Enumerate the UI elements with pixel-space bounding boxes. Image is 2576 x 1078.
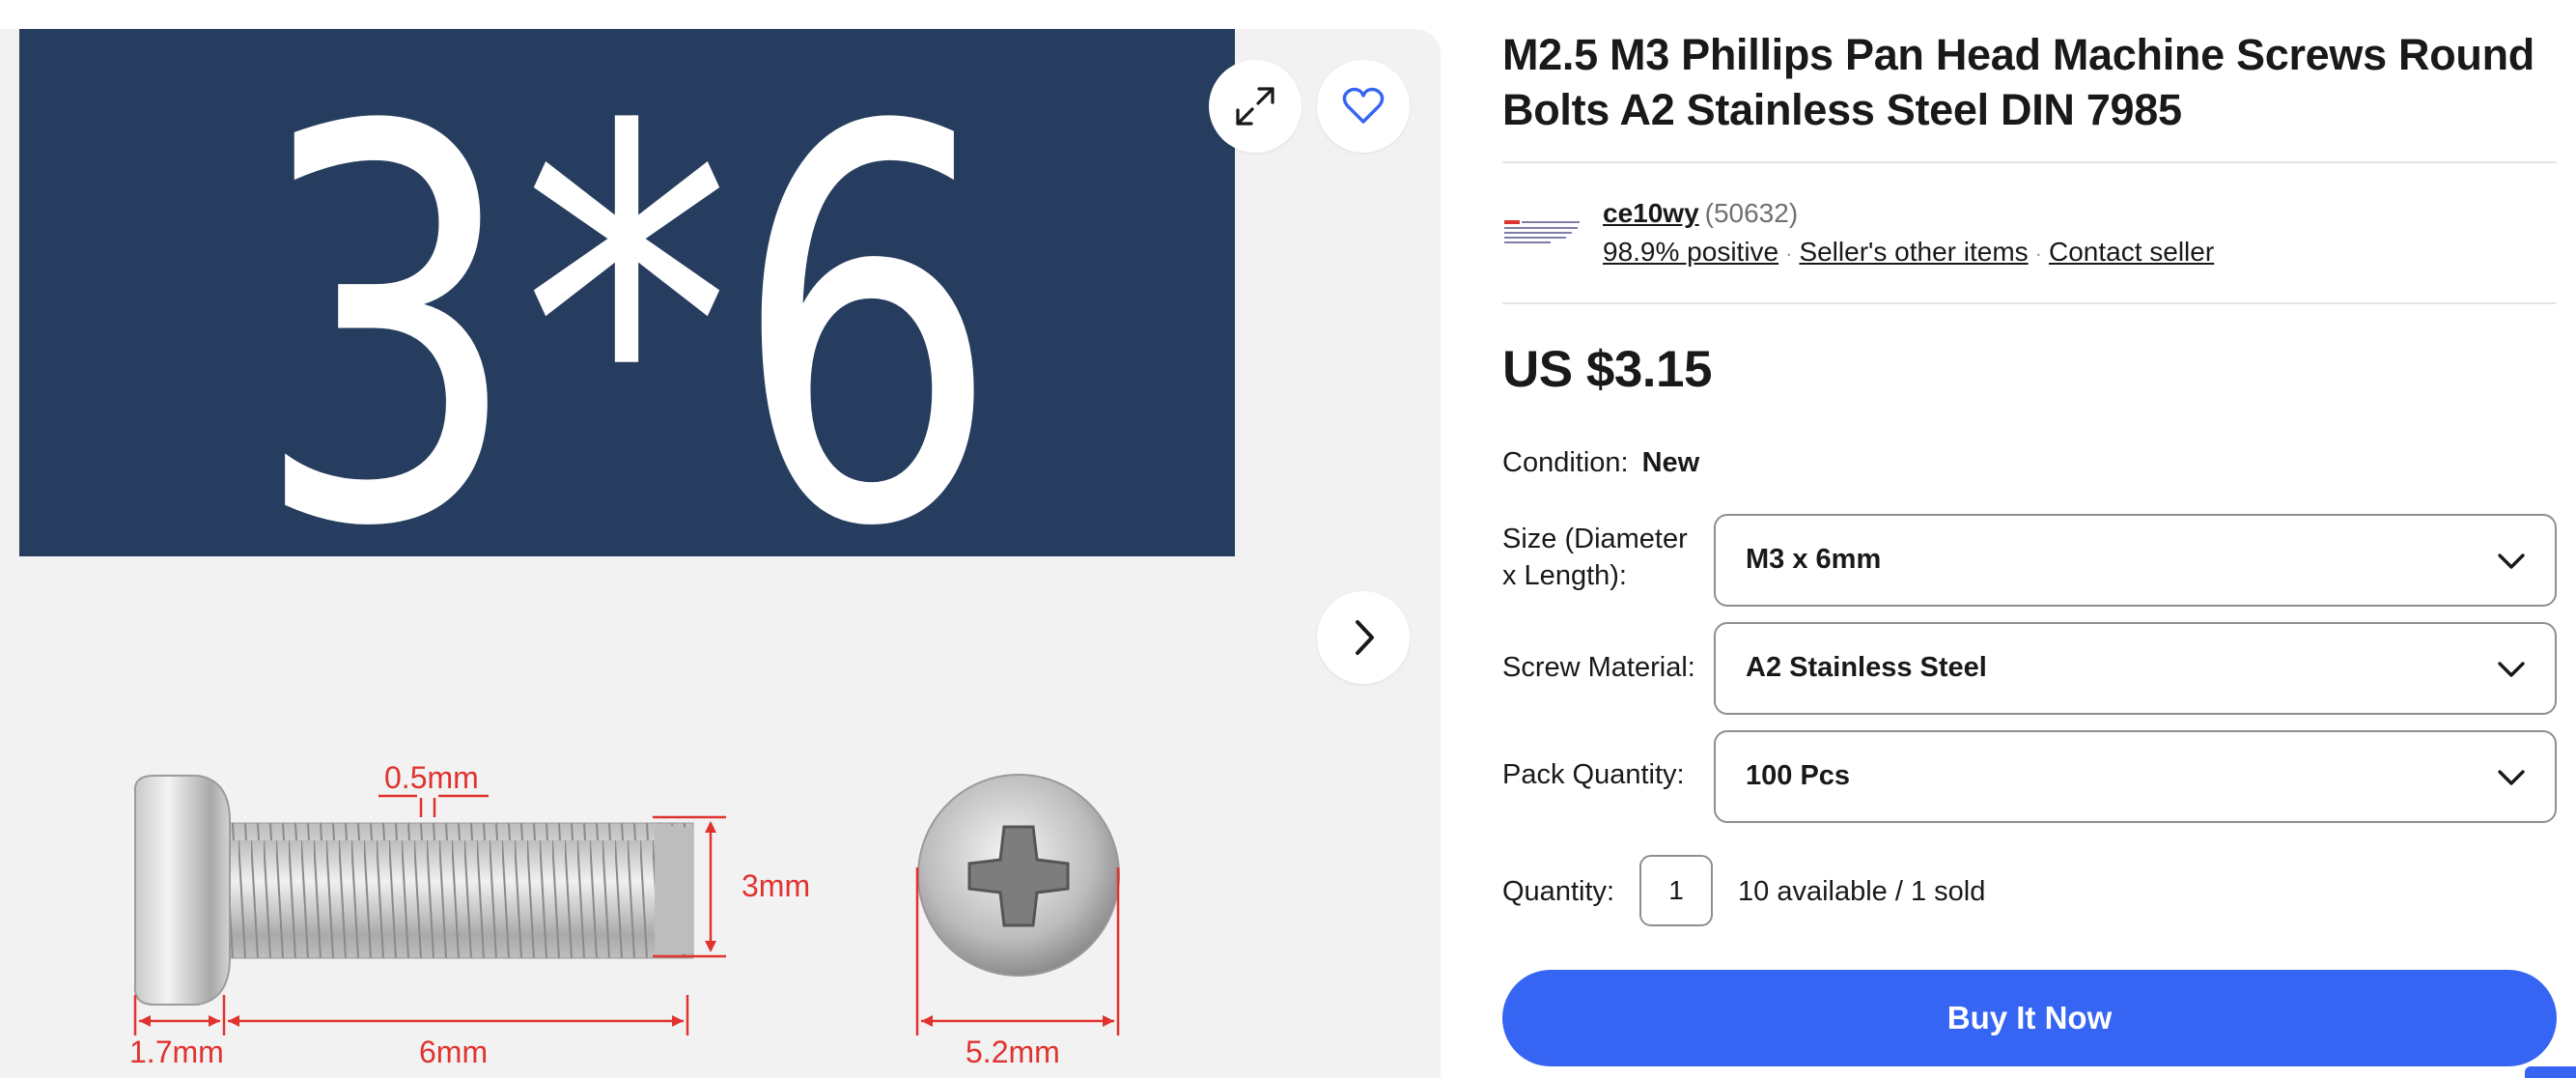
seller-info: ce10wy (50632)	[1603, 196, 1798, 231]
add-to-watchlist-button[interactable]	[1317, 60, 1410, 153]
divider	[1502, 302, 2557, 304]
screw-side-view	[133, 775, 694, 1006]
seller-links: 98.9% positive · Seller's other items · Cont…	[1603, 235, 2214, 271]
expand-image-button[interactable]	[1209, 60, 1302, 153]
head-diameter-dimension-label: 5.2mm	[966, 1035, 1060, 1069]
screw-top-view	[917, 774, 1120, 977]
item-price: US $3.15	[1502, 341, 1712, 398]
item-condition: Condition: New	[1502, 445, 1699, 480]
condition-value: New	[1641, 447, 1700, 478]
next-image-button[interactable]	[1317, 591, 1410, 684]
condition-label: Condition:	[1502, 447, 1629, 478]
quantity-input[interactable]	[1639, 855, 1713, 926]
material-option-label: Screw Material:	[1502, 652, 1695, 683]
size-selected-value: M3 x 6mm	[1746, 544, 1882, 575]
listing-title: M2.5 M3 Phillips Pan Head Machine Screws…	[1502, 30, 2534, 134]
head-height-dimension-label: 1.7mm	[129, 1035, 224, 1069]
seller-feedback-link[interactable]: 98.9% positive	[1603, 237, 1778, 267]
seller-store-logo[interactable]	[1502, 214, 1585, 249]
hero-size-graphic: 3*6	[19, 29, 1235, 556]
pack-quantity-selected-value: 100 Pcs	[1746, 760, 1851, 791]
feedback-tab[interactable]	[2525, 1066, 2576, 1078]
heart-icon	[1342, 87, 1385, 124]
size-option-label: Size (Diameter x Length):	[1502, 524, 1688, 591]
product-main-image[interactable]: 3*6	[19, 29, 1235, 556]
pitch-dimension-label: 0.5mm	[384, 760, 479, 795]
seller-other-items-link[interactable]: Seller's other items	[1799, 237, 2028, 267]
image-gallery: 3*6 0.5mm 3mm 1.7mm 6mm 5.2mm	[0, 29, 1441, 1078]
seller-name-link[interactable]: ce10wy	[1603, 198, 1699, 228]
contact-seller-link[interactable]: Contact seller	[2049, 237, 2214, 267]
hero-size-text: 3*6	[253, 29, 1000, 556]
pack-quantity-select[interactable]: 100 Pcs	[1714, 730, 2557, 823]
pack-quantity-option-label: Pack Quantity:	[1502, 759, 1685, 790]
chevron-down-icon	[2498, 553, 2525, 569]
expand-icon	[1236, 87, 1274, 126]
seller-feedback-count: (50632)	[1704, 198, 1799, 228]
availability-text: 10 available / 1 sold	[1738, 876, 1986, 907]
separator-dot: ·	[2034, 241, 2042, 266]
chevron-right-icon	[1356, 620, 1374, 655]
diameter-dimension-label: 3mm	[742, 868, 810, 903]
chevron-down-icon	[2498, 770, 2525, 785]
screw-dimension-diagram: 0.5mm 3mm 1.7mm 6mm 5.2mm	[129, 760, 1120, 1069]
separator-dot: ·	[1785, 241, 1793, 266]
divider	[1502, 161, 2557, 163]
buy-it-now-button[interactable]: Buy It Now	[1502, 970, 2557, 1066]
size-select[interactable]: M3 x 6mm	[1714, 514, 2557, 607]
material-selected-value: A2 Stainless Steel	[1746, 652, 1987, 683]
length-dimension-label: 6mm	[419, 1035, 488, 1069]
chevron-down-icon	[2498, 662, 2525, 677]
quantity-label: Quantity:	[1502, 876, 1615, 907]
material-select[interactable]: A2 Stainless Steel	[1714, 622, 2557, 715]
